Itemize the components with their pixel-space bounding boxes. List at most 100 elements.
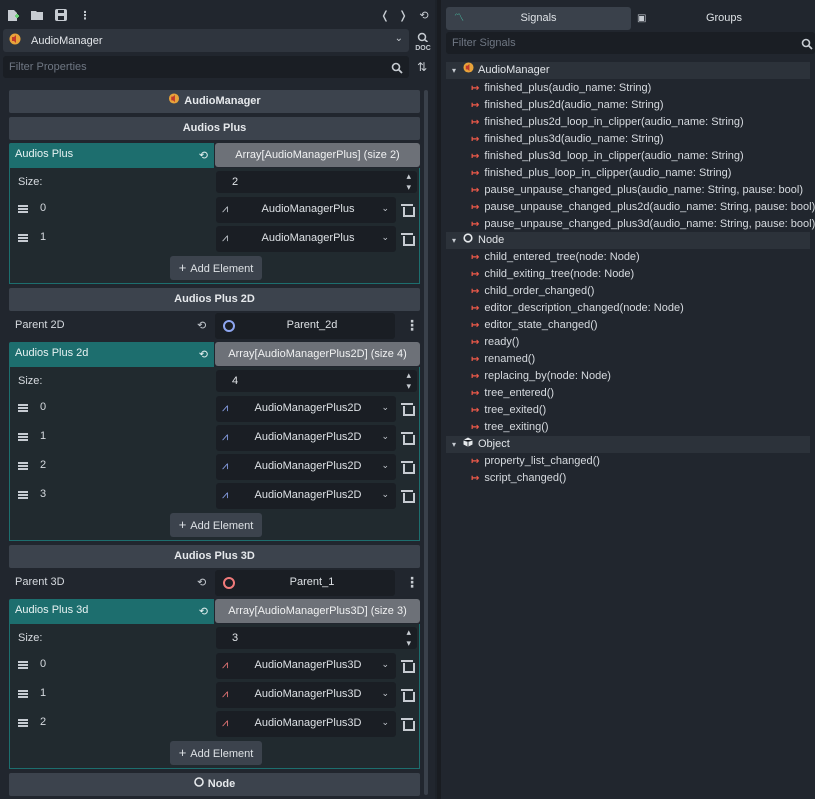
signal-item[interactable]: ↦ script_changed() [471,470,566,487]
chevron-down-icon[interactable]: ⌄ [381,489,389,500]
chevron-down-icon[interactable]: ⌄ [381,232,389,243]
signal-item[interactable]: ↦ editor_description_changed(node: Node) [471,300,684,317]
signal-category-node[interactable]: ▾ Node [446,232,810,249]
drag-handle-icon[interactable] [18,719,28,727]
signal-item[interactable]: ↦ ready() [471,334,519,351]
open-folder-icon[interactable] [30,8,44,22]
revert-icon[interactable]: ⟲ [199,601,208,623]
delete-icon[interactable] [401,659,415,673]
delete-icon[interactable] [401,431,415,445]
chevron-down-icon[interactable]: ⌄ [381,203,389,214]
signal-item[interactable]: ↦ pause_unpause_changed_plus2d(audio_name… [471,199,815,216]
resource-picker[interactable]: ⩘ AudioManagerPlus2D ⌄ [216,396,396,422]
add-element-button[interactable]: + Add Element [170,741,262,765]
property-filter-options-icon[interactable]: ⇅ [417,60,427,74]
new-resource-icon[interactable] [6,8,20,22]
chevron-down-icon[interactable]: ⌄ [381,460,389,471]
signal-item[interactable]: ↦ child_order_changed() [471,283,594,300]
signal-item[interactable]: ↦ finished_plus(audio_name: String) [471,80,651,97]
chevron-down-icon[interactable]: ⌄ [381,717,389,728]
doc-icon[interactable]: DOC [415,32,431,52]
signal-item[interactable]: ↦ tree_entered() [471,385,554,402]
chevron-down-icon[interactable]: ⌄ [381,402,389,413]
signal-item[interactable]: ↦ renamed() [471,351,535,368]
delete-icon[interactable] [401,717,415,731]
array-toggle-button[interactable]: Array[AudioManagerPlus2D] (size 4) [215,342,420,366]
resource-picker[interactable]: ⩘ AudioManagerPlus3D ⌄ [216,711,396,737]
resource-picker[interactable]: ⩘ AudioManagerPlus2D ⌄ [216,425,396,451]
signal-item[interactable]: ↦ pause_unpause_changed_plus(audio_name: … [471,182,803,199]
chevron-down-icon[interactable]: ⌄ [381,431,389,442]
node-path-picker[interactable]: Parent_2d [215,313,395,339]
resource-picker[interactable]: ⩘ AudioManagerPlus3D ⌄ [216,653,396,679]
drag-handle-icon[interactable] [18,205,28,213]
filter-signals-input[interactable]: Filter Signals [446,32,815,54]
history-forward-icon[interactable]: ❭ [396,8,410,22]
signal-category-audiomanager[interactable]: ▾ AudioManager [446,62,810,79]
resource-picker[interactable]: ⩘ AudioManagerPlus3D ⌄ [216,682,396,708]
more-options-icon[interactable]: ⋮ [405,317,419,333]
delete-icon[interactable] [401,232,415,246]
signal-category-object[interactable]: ▾ Object [446,436,810,453]
add-element-button[interactable]: + Add Element [170,513,262,537]
signal-item[interactable]: ↦ child_exiting_tree(node: Node) [471,266,634,283]
more-options-icon[interactable]: ⋮ [405,574,419,590]
chevron-down-icon[interactable]: ▾ [452,436,456,453]
chevron-down-icon[interactable]: ▾ [452,232,456,249]
node-path-picker[interactable]: Parent_1 [215,570,395,596]
tab-groups[interactable]: ▣ Groups [633,7,815,30]
resource-picker[interactable]: ⩘ AudioManagerPlus2D ⌄ [216,454,396,480]
revert-icon[interactable]: ⟲ [199,145,208,167]
drag-handle-icon[interactable] [18,462,28,470]
group-header-audios-plus[interactable]: Audios Plus [9,117,420,140]
signal-item[interactable]: ↦ tree_exited() [471,402,546,419]
tab-signals[interactable]: 〽 Signals [446,7,631,30]
filter-properties-input[interactable]: Filter Properties [3,56,409,78]
drag-handle-icon[interactable] [18,491,28,499]
chevron-down-icon[interactable]: ▾ [452,62,456,79]
array-toggle-button[interactable]: Array[AudioManagerPlus] (size 2) [215,143,420,167]
chevron-down-icon[interactable]: ⌄ [381,659,389,670]
signal-item[interactable]: ↦ finished_plus3d_loop_in_clipper(audio_n… [471,148,744,165]
drag-handle-icon[interactable] [18,690,28,698]
signal-item[interactable]: ↦ finished_plus3d(audio_name: String) [471,131,664,148]
delete-icon[interactable] [401,460,415,474]
signal-item[interactable]: ↦ finished_plus2d_loop_in_clipper(audio_n… [471,114,744,131]
drag-handle-icon[interactable] [18,404,28,412]
spin-arrows-icon[interactable]: ▴ ▾ [406,370,411,392]
array-toggle-button[interactable]: Array[AudioManagerPlus3D] (size 3) [215,599,420,623]
revert-icon[interactable]: ⟲ [199,344,208,366]
revert-icon[interactable]: ⟲ [197,576,206,589]
size-spinbox[interactable]: 3 ▴ ▾ [216,627,417,649]
spin-arrows-icon[interactable]: ▴ ▾ [406,627,411,649]
node-selector[interactable]: AudioManager ⌄ [3,29,409,52]
spin-arrows-icon[interactable]: ▴ ▾ [406,171,411,193]
signal-item[interactable]: ↦ property_list_changed() [471,453,600,470]
revert-icon[interactable]: ⟲ [197,319,206,332]
save-icon[interactable] [54,8,68,22]
node-section-header[interactable]: Node [9,773,420,796]
delete-icon[interactable] [401,203,415,217]
delete-icon[interactable] [401,402,415,416]
delete-icon[interactable] [401,489,415,503]
chevron-down-icon[interactable]: ⌄ [381,688,389,699]
resource-picker[interactable]: ⩘ AudioManagerPlus2D ⌄ [216,483,396,509]
group-header-audios-plus-2d[interactable]: Audios Plus 2D [9,288,420,311]
size-spinbox[interactable]: 4 ▴ ▾ [216,370,417,392]
signal-item[interactable]: ↦ editor_state_changed() [471,317,598,334]
signal-item[interactable]: ↦ finished_plus2d(audio_name: String) [471,97,664,114]
script-section-header[interactable]: AudioManager [9,90,420,113]
signal-item[interactable]: ↦ replacing_by(node: Node) [471,368,611,385]
signal-item[interactable]: ↦ tree_exiting() [471,419,549,436]
drag-handle-icon[interactable] [18,433,28,441]
resource-picker[interactable]: ⩘ AudioManagerPlus ⌄ [216,197,396,223]
delete-icon[interactable] [401,688,415,702]
inspector-scrollbar[interactable] [424,90,428,795]
signal-item[interactable]: ↦ finished_plus_loop_in_clipper(audio_nam… [471,165,731,182]
history-back-icon[interactable]: ❬ [378,8,392,22]
signal-item[interactable]: ↦ child_entered_tree(node: Node) [471,249,640,266]
resource-picker[interactable]: ⩘ AudioManagerPlus ⌄ [216,226,396,252]
more-options-icon[interactable]: ⋮ [78,8,92,22]
add-element-button[interactable]: + Add Element [170,256,262,280]
drag-handle-icon[interactable] [18,234,28,242]
